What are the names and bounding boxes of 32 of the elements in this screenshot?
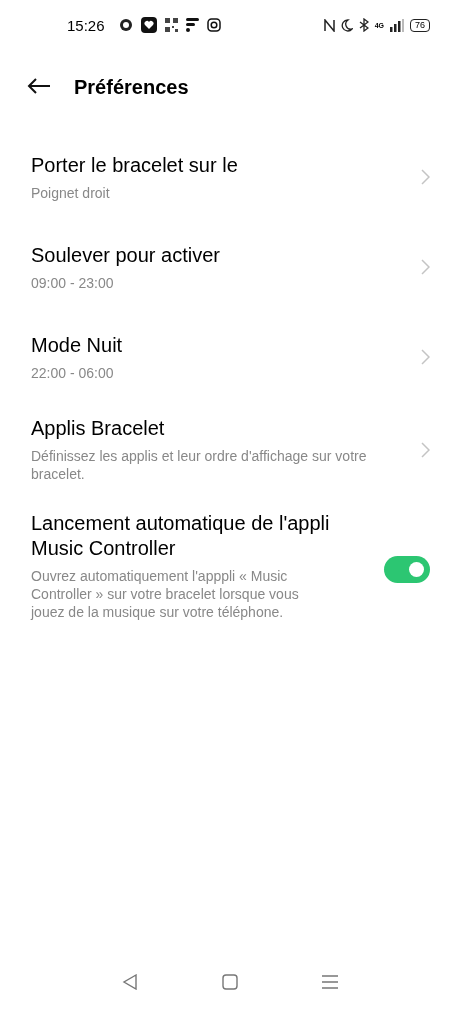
toggle-switch[interactable] (384, 555, 430, 583)
item-description: Poignet droit (31, 183, 111, 202)
settings-item[interactable]: Porter le bracelet sur le Poignet droit (0, 132, 460, 222)
settings-item[interactable]: Mode Nuit 22:00 - 06:00 (0, 312, 460, 402)
chevron-icon (421, 259, 430, 275)
page-title: Préférences (74, 75, 189, 99)
camera-icon (206, 18, 221, 32)
item-title: Applis Bracelet (31, 416, 166, 441)
back-nav-icon[interactable] (122, 974, 138, 990)
settings-item[interactable]: Lancement automatique de l'appli Music Controller Ouvrez automatiquement l'apppli « Music Controller » sur votre bracelet lorsque vous jouez de la musique sur votre téléphone. (0, 497, 460, 635)
chevron-icon (421, 169, 430, 185)
moon-icon (340, 18, 353, 32)
item-description: 09:00 - 23:00 (31, 273, 115, 292)
item-title: Lancement automatique de l'appli Music Controller (31, 511, 331, 561)
bluetooth-icon (358, 18, 369, 32)
nfc-icon (323, 18, 335, 32)
chevron-icon (421, 349, 430, 365)
signal-icon (390, 18, 404, 32)
settings-item[interactable]: Applis Bracelet Définissez les applis et leur ordre d'affichage sur votre bracelet. (0, 402, 460, 497)
home-nav-icon[interactable] (222, 974, 238, 990)
settings-item[interactable]: Soulever pour activer 09:00 - 23:00 (0, 222, 460, 312)
clock: 15:26 (67, 16, 105, 34)
item-title: Mode Nuit (31, 332, 124, 358)
item-description: 22:00 - 06:00 (31, 363, 115, 382)
qr-code-icon (164, 18, 178, 32)
item-title: Porter le bracelet sur le (31, 152, 239, 178)
item-description: Ouvrez automatiquement l'apppli « Music Controller » sur votre bracelet lorsque vous jouez de la musique sur votre téléphone. (31, 567, 300, 621)
chevron-icon (421, 441, 430, 458)
item-title: Soulever pour activer (31, 242, 221, 268)
item-description: Définissez les applis et leur ordre d'affichage sur votre bracelet. (31, 447, 368, 483)
battery-level: 76 (410, 18, 430, 32)
menu-icon[interactable] (322, 975, 338, 989)
